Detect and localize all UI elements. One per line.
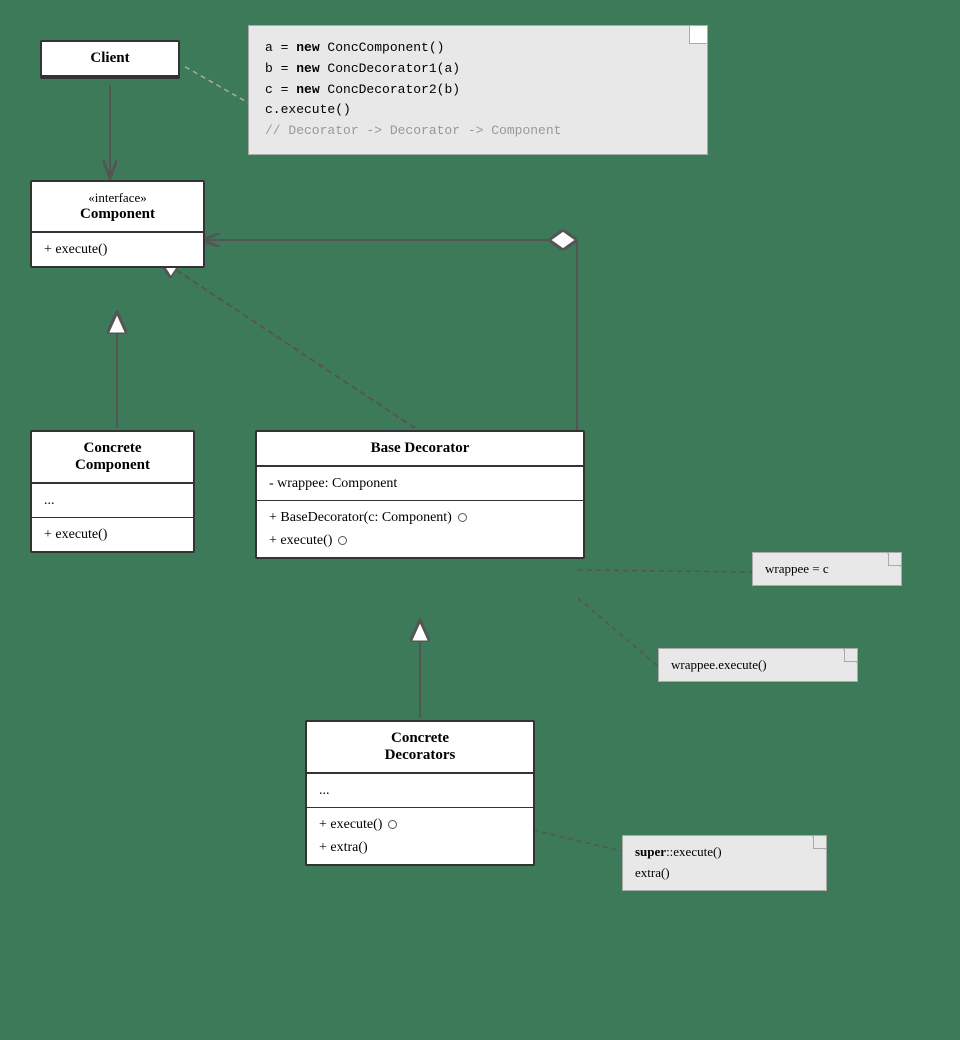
- client-header: Client: [42, 42, 178, 77]
- client-note-line5: // Decorator -> Decorator -> Component: [265, 121, 691, 142]
- client-note-line3: c = new ConcDecorator2(b): [265, 80, 691, 101]
- client-note-line4: c.execute(): [265, 100, 691, 121]
- execute-note-text: wrappee.execute(): [671, 657, 767, 672]
- concrete-decorators-box: ConcreteDecorators ... + execute() + ext…: [305, 720, 535, 866]
- concrete-method1-circle: [388, 820, 397, 829]
- super-note: super::execute() extra(): [622, 835, 827, 891]
- base-decorator-header: Base Decorator: [257, 432, 583, 467]
- super-note-line1: super::execute(): [635, 842, 814, 863]
- concrete-decorators-fields: ...: [307, 774, 533, 808]
- concrete-component-box: ConcreteComponent ... + execute(): [30, 430, 195, 553]
- concrete-decorators-header: ConcreteDecorators: [307, 722, 533, 774]
- execute-note: wrappee.execute(): [658, 648, 858, 682]
- component-box: «interface» Component + execute(): [30, 180, 205, 268]
- base-decorator-method2: + execute(): [269, 530, 332, 551]
- note-corner-execute: [843, 649, 857, 663]
- note-corner-wrappee: [887, 553, 901, 567]
- diagram-container: Client «interface» Component + execute()…: [0, 0, 960, 1040]
- client-note-line1: a = new ConcComponent(): [265, 38, 691, 59]
- concrete-dec-method1: + execute(): [319, 814, 382, 835]
- client-note-line2: b = new ConcDecorator1(a): [265, 59, 691, 80]
- method2-circle: [338, 536, 347, 545]
- component-stereotype: «interface»: [44, 190, 191, 206]
- concrete-component-methods: + execute(): [32, 518, 193, 551]
- note-corner-super: [812, 836, 826, 850]
- client-note: a = new ConcComponent() b = new ConcDeco…: [248, 25, 708, 155]
- base-decorator-method1: + BaseDecorator(c: Component): [269, 507, 452, 528]
- method1-circle: [458, 513, 467, 522]
- concrete-component-header: ConcreteComponent: [32, 432, 193, 484]
- base-decorator-box: Base Decorator - wrappee: Component + Ba…: [255, 430, 585, 559]
- base-decorator-fields: - wrappee: Component: [257, 467, 583, 501]
- note-corner-client: [689, 26, 707, 44]
- client-box: Client: [40, 40, 180, 79]
- concrete-dec-method2: + extra(): [319, 837, 521, 858]
- component-header: «interface» Component: [32, 182, 203, 233]
- wrappee-note-text: wrappee = c: [765, 561, 829, 576]
- concrete-component-fields: ...: [32, 484, 193, 518]
- concrete-decorators-methods: + execute() + extra(): [307, 808, 533, 864]
- wrappee-note: wrappee = c: [752, 552, 902, 586]
- component-methods: + execute(): [32, 233, 203, 266]
- base-decorator-methods: + BaseDecorator(c: Component) + execute(…: [257, 501, 583, 557]
- component-title: Component: [80, 206, 155, 222]
- super-note-line2: extra(): [635, 863, 814, 884]
